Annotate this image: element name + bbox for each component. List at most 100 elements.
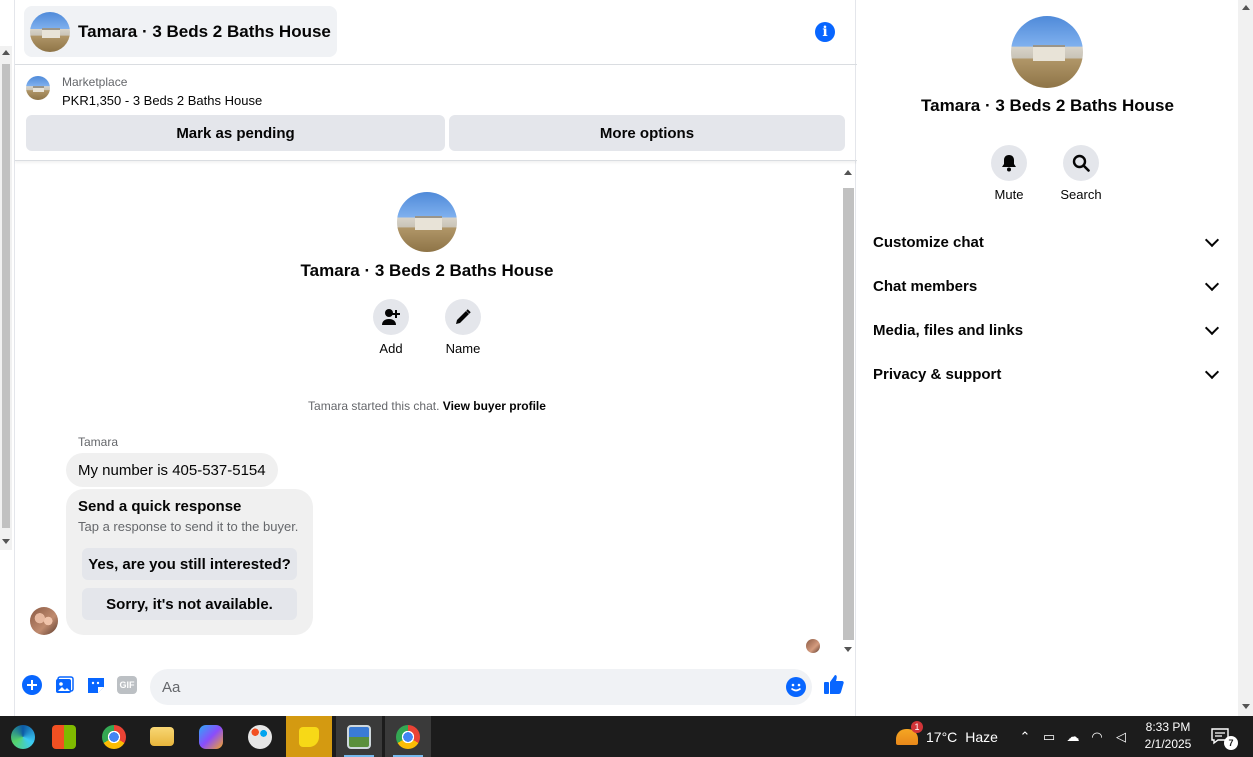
paint-icon[interactable]: [237, 716, 283, 757]
file-explorer-icon[interactable]: [139, 716, 185, 757]
read-receipt-avatar: [806, 639, 820, 653]
sidebar-title: Tamara · 3 Beds 2 Baths House: [921, 96, 1174, 115]
store-icon[interactable]: [41, 716, 87, 757]
view-buyer-profile-link[interactable]: View buyer profile: [443, 399, 546, 413]
scroll-down-arrow[interactable]: [2, 539, 10, 544]
chat-started-text: Tamara started this chat.: [308, 399, 440, 413]
section-label: Media, files and links: [873, 321, 1024, 339]
plus-icon[interactable]: [21, 674, 43, 696]
scroll-up-arrow[interactable]: [2, 50, 10, 55]
composer: GIF: [15, 656, 857, 716]
meet-icon[interactable]: ▭: [1042, 729, 1056, 745]
volume-icon[interactable]: ◁: [1114, 729, 1128, 745]
chrome-profile-icon[interactable]: [385, 716, 431, 757]
conversation-title: Tamara · 3 Beds 2 Baths House: [300, 261, 554, 280]
copilot-icon[interactable]: [188, 716, 234, 757]
quick-response-subtitle: Tap a response to send it to the buyer.: [78, 519, 299, 534]
chat-members-section[interactable]: Chat members: [873, 270, 1223, 302]
wifi-icon[interactable]: ◠: [1090, 729, 1104, 745]
taskbar: 1 17°C Haze ⌃ ▭ ☁ ◠ ◁ 8:33 PM 2/1/2025 7: [0, 716, 1253, 757]
scroll-thumb[interactable]: [843, 188, 854, 640]
chevron-down-icon: [1204, 320, 1220, 335]
page-scrollbar[interactable]: [0, 46, 12, 550]
bell-icon: [991, 145, 1027, 181]
scroll-up-arrow[interactable]: [844, 170, 852, 175]
store-glyph: [52, 724, 76, 749]
messages-scrollbar[interactable]: [841, 164, 854, 654]
chat-title-button[interactable]: Tamara · 3 Beds 2 Baths House: [24, 6, 337, 57]
chat-panel: Tamara · 3 Beds 2 Baths House i Marketpl…: [14, 0, 857, 716]
quick-response-option[interactable]: Sorry, it's not available.: [82, 588, 297, 620]
section-label: Privacy & support: [873, 365, 1002, 383]
photo-icon[interactable]: [53, 674, 75, 696]
search-icon: [1063, 145, 1099, 181]
search-button[interactable]: Search: [1049, 145, 1113, 202]
name-label: Name: [445, 341, 481, 356]
mute-label: Mute: [994, 187, 1024, 202]
onedrive-icon[interactable]: ☁: [1066, 729, 1080, 745]
notification-icon[interactable]: 7: [1210, 726, 1238, 750]
folder-glyph: [150, 727, 174, 746]
conversation-avatar: [397, 192, 457, 252]
message-bubble[interactable]: My number is 405-537-5154: [66, 453, 278, 487]
chat-started-notice: Tamara started this chat. View buyer pro…: [15, 399, 839, 413]
sticker-icon[interactable]: [85, 674, 107, 696]
time: 8:33 PM: [1145, 720, 1191, 734]
listing-avatar: [30, 11, 70, 52]
privacy-support-section[interactable]: Privacy & support: [873, 358, 1223, 390]
sidebar-avatar: [1011, 16, 1083, 88]
section-label: Customize chat: [873, 233, 984, 251]
add-people-button[interactable]: Add: [361, 299, 421, 356]
listing-source: Marketplace: [62, 75, 128, 89]
pencil-icon: [445, 299, 481, 335]
chrome-glyph: [102, 724, 126, 749]
chrome-icon[interactable]: [91, 716, 137, 757]
paint-glyph: [248, 724, 272, 749]
emoji-icon[interactable]: [786, 677, 806, 697]
sidebar-scrollbar[interactable]: [1238, 0, 1253, 716]
add-label: Add: [379, 341, 403, 356]
listing-thumbnail[interactable]: [26, 76, 50, 100]
edge-glyph: [11, 724, 35, 749]
chat-title: Tamara · 3 Beds 2 Baths House: [78, 21, 331, 41]
app-window: Tamara · 3 Beds 2 Baths House i Marketpl…: [0, 0, 1253, 757]
edit-name-button[interactable]: Name: [433, 299, 493, 356]
sticky-glyph: [299, 726, 319, 747]
sender-avatar[interactable]: [30, 607, 58, 635]
edge-icon[interactable]: [0, 716, 46, 757]
message-sender-name: Tamara: [78, 435, 119, 449]
listing-price-title[interactable]: PKR1,350 - 3 Beds 2 Baths House: [62, 93, 262, 108]
scroll-down-arrow[interactable]: [844, 647, 852, 652]
quick-response-title: Send a quick response: [78, 498, 242, 515]
scroll-down-arrow[interactable]: [1242, 704, 1250, 709]
weather-widget[interactable]: 1 17°C Haze: [896, 716, 998, 757]
chrome-glyph: [396, 724, 420, 749]
message-input[interactable]: [162, 669, 762, 705]
listing-bar: Marketplace PKR1,350 - 3 Beds 2 Baths Ho…: [15, 66, 857, 161]
chat-header: Tamara · 3 Beds 2 Baths House i: [15, 0, 857, 65]
gif-icon[interactable]: GIF: [117, 676, 137, 694]
clock[interactable]: 8:33 PM 2/1/2025: [1138, 719, 1198, 753]
sticky-notes-icon[interactable]: [286, 716, 332, 757]
message-list: Tamara · 3 Beds 2 Baths House Add Name T…: [15, 162, 857, 656]
scroll-up-arrow[interactable]: [1242, 5, 1250, 10]
photo-app-icon[interactable]: [336, 716, 382, 757]
date: 2/1/2025: [1144, 737, 1192, 751]
thumbs-up-icon[interactable]: [823, 673, 845, 695]
media-files-links-section[interactable]: Media, files and links: [873, 314, 1223, 346]
system-tray: ⌃ ▭ ☁ ◠ ◁: [1018, 716, 1128, 757]
weather-badge: 1: [911, 720, 923, 733]
scroll-thumb[interactable]: [2, 64, 10, 528]
mark-as-pending-button[interactable]: Mark as pending: [26, 115, 445, 151]
chevron-down-icon: [1204, 232, 1220, 247]
mute-button[interactable]: Mute: [977, 145, 1041, 202]
photo-app-glyph: [347, 724, 371, 749]
chevron-up-icon[interactable]: ⌃: [1018, 729, 1032, 745]
search-label: Search: [1060, 187, 1102, 202]
quick-response-option[interactable]: Yes, are you still interested?: [82, 548, 297, 580]
section-label: Chat members: [873, 277, 978, 295]
customize-chat-section[interactable]: Customize chat: [873, 226, 1223, 258]
message-input-box[interactable]: [150, 669, 812, 705]
more-options-button[interactable]: More options: [449, 115, 845, 151]
info-icon[interactable]: i: [815, 22, 835, 42]
